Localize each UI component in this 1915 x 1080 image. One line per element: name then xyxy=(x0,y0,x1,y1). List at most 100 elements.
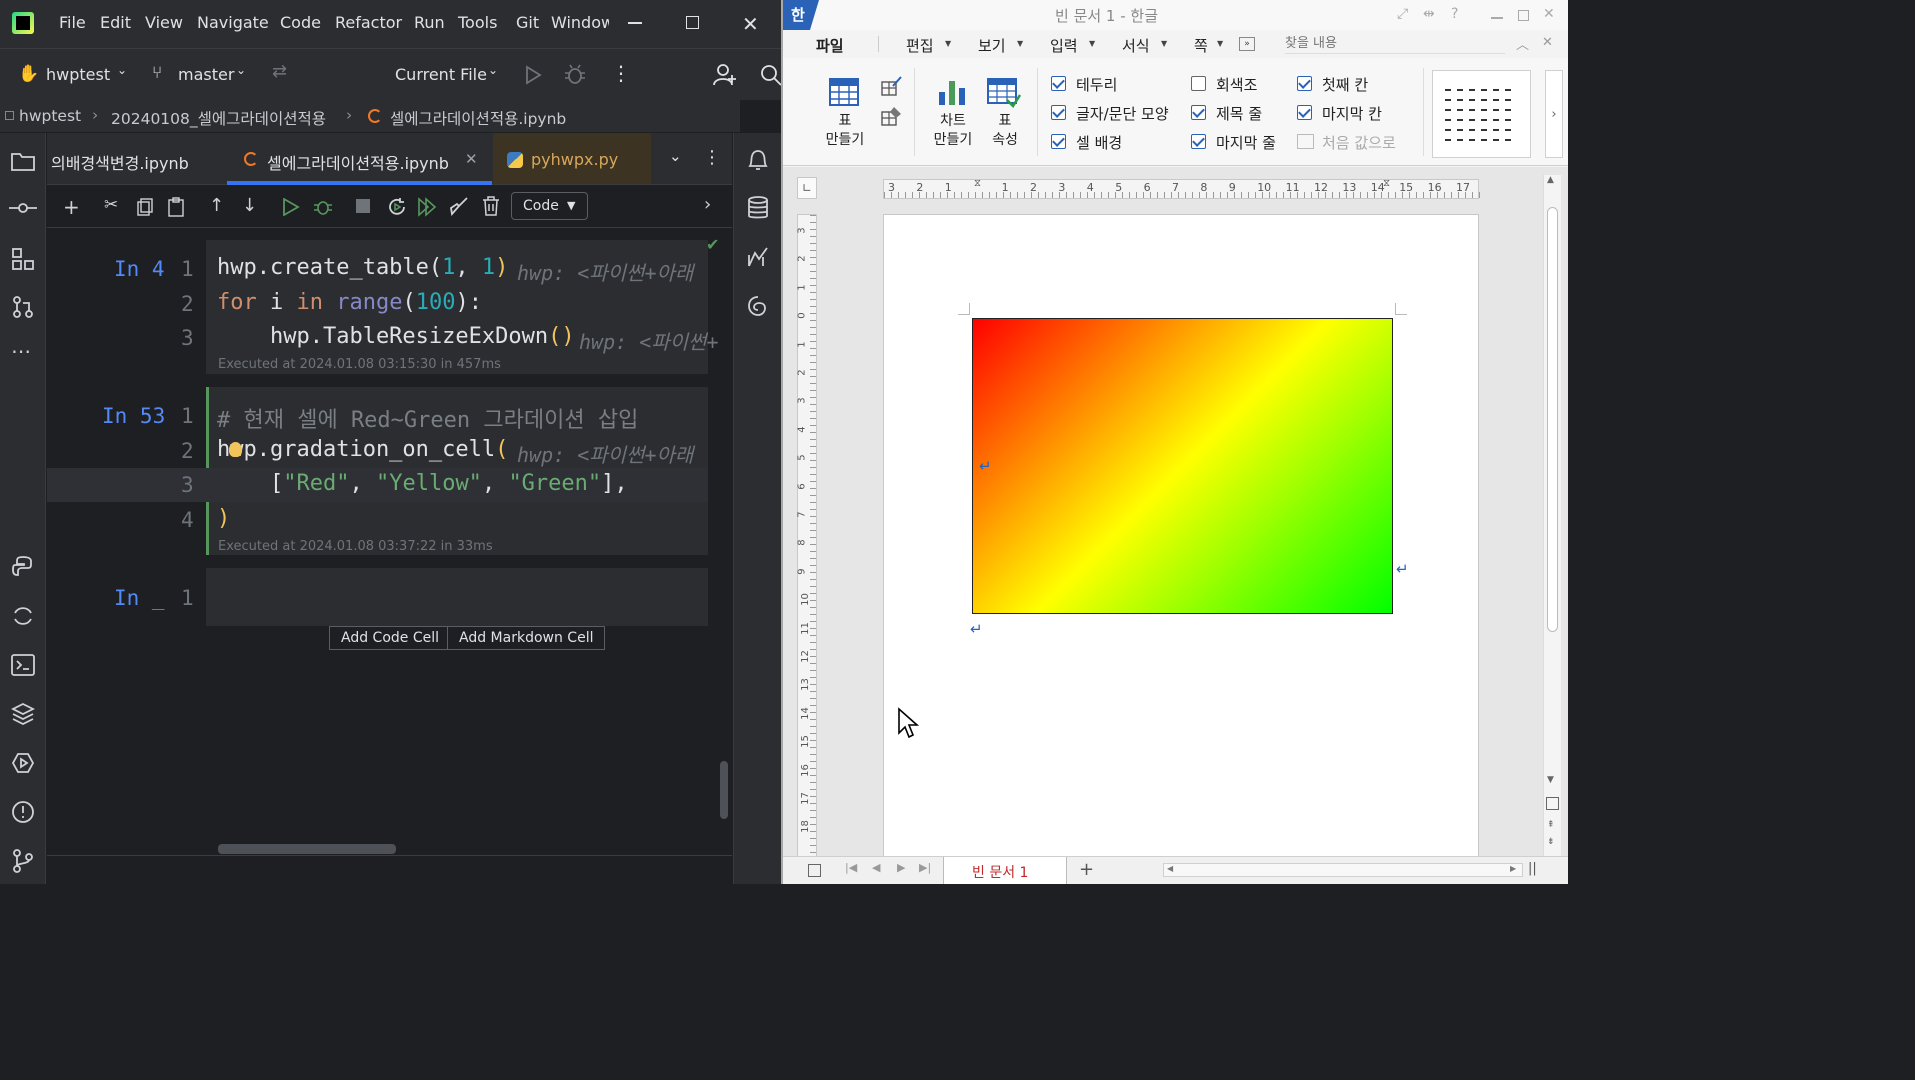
run-icon[interactable] xyxy=(524,65,542,85)
vertical-scrollbar[interactable] xyxy=(720,761,728,819)
close-tab-icon[interactable]: ✕ xyxy=(465,150,478,168)
layers-icon[interactable] xyxy=(11,702,35,726)
vertical-scrollbar[interactable]: ▲ ▼ ⇞ ⇟ xyxy=(1543,175,1561,857)
structure-icon[interactable] xyxy=(12,248,34,270)
table-draw-icon[interactable] xyxy=(881,76,903,96)
chevron-down-icon[interactable]: ⌄ xyxy=(669,147,682,165)
cell-type-select[interactable]: Code ▼ xyxy=(511,192,588,220)
checkbox-last-column[interactable] xyxy=(1297,105,1312,120)
menu-edit[interactable]: Edit xyxy=(100,13,131,32)
close-search-icon[interactable]: ✕ xyxy=(1542,35,1553,50)
menu-view[interactable]: 보기 xyxy=(978,35,1006,56)
search-input[interactable] xyxy=(1285,33,1505,54)
lightbulb-icon[interactable] xyxy=(229,442,242,457)
menu-navigate[interactable]: Navigate xyxy=(197,13,269,32)
menu-git[interactable]: Git xyxy=(516,13,539,32)
scroll-up-icon[interactable]: ▲ xyxy=(1547,175,1554,185)
stop-icon[interactable] xyxy=(356,199,370,213)
checkbox-header-row[interactable] xyxy=(1191,105,1206,120)
tab-file-1[interactable]: 의배경색변경.ipynb xyxy=(51,150,189,174)
scroll-right-icon[interactable]: ▶ xyxy=(1510,864,1516,873)
last-page-icon[interactable]: ▶| xyxy=(919,861,931,874)
tab-file-3[interactable]: pyhwpx.py xyxy=(531,150,618,169)
checkbox-first-column[interactable] xyxy=(1297,76,1312,91)
add-markdown-cell-button[interactable]: Add Markdown Cell xyxy=(447,626,606,650)
maximize-button[interactable] xyxy=(1518,10,1529,21)
prev-icon[interactable]: ◀ xyxy=(872,861,880,874)
search-icon[interactable] xyxy=(760,64,782,86)
menu-tools[interactable]: Tools xyxy=(458,13,497,32)
checkbox-border[interactable] xyxy=(1051,76,1066,91)
pull-request-icon[interactable] xyxy=(12,296,34,318)
problems-icon[interactable] xyxy=(11,800,35,824)
doc-layout-icon[interactable] xyxy=(808,864,821,877)
commit-icon[interactable] xyxy=(9,199,37,217)
scroll-left-icon[interactable]: ◀ xyxy=(1167,864,1173,873)
delete-icon[interactable] xyxy=(482,196,500,216)
more-horizontal-icon[interactable]: ⋯ xyxy=(11,339,31,363)
code-line[interactable]: hwp.create_table(1, 1) xyxy=(217,255,508,280)
database-icon[interactable] xyxy=(747,196,769,220)
services-icon[interactable] xyxy=(11,604,35,628)
split-view-icon[interactable]: || xyxy=(1528,861,1537,876)
cut-icon[interactable]: ✂ xyxy=(104,195,118,215)
run-config-selector[interactable]: Current File xyxy=(395,65,487,84)
reset-button[interactable]: 처음 값으로 xyxy=(1322,132,1396,153)
python-console-icon[interactable] xyxy=(11,555,35,579)
minimize-button[interactable] xyxy=(628,22,642,24)
more-vertical-icon[interactable]: ⋮ xyxy=(611,61,631,85)
table-erase-icon[interactable] xyxy=(881,106,903,126)
menu-format[interactable]: 서식 xyxy=(1122,35,1150,56)
chevron-right-icon[interactable]: › xyxy=(704,194,711,215)
code-line[interactable]: hwp.TableResizeExDown() xyxy=(217,324,575,349)
menu-edit[interactable]: 편집 xyxy=(906,35,934,56)
fullscreen-icon[interactable]: ⤢ xyxy=(1397,6,1408,22)
code-line[interactable]: ) xyxy=(217,506,230,531)
minimize-button[interactable] xyxy=(1491,17,1503,19)
menu-file[interactable]: File xyxy=(59,13,86,32)
ribbon-scroll-right[interactable]: › xyxy=(1545,70,1563,158)
close-button[interactable]: ✕ xyxy=(1543,6,1555,22)
gradient-table-cell[interactable]: ↵ xyxy=(972,318,1393,614)
add-user-icon[interactable] xyxy=(713,63,737,87)
terminal-icon[interactable] xyxy=(11,654,35,676)
help-icon[interactable]: ? xyxy=(1451,6,1458,22)
add-code-cell-button[interactable]: Add Code Cell xyxy=(329,626,452,650)
document-page[interactable]: ↵ ↵ ↵ xyxy=(883,214,1479,857)
tab-file-2[interactable]: 셀에그라데이션적용.ipynb xyxy=(267,150,449,174)
horizontal-scrollbar[interactable]: ◀ ▶ xyxy=(1163,863,1523,877)
debug-cell-icon[interactable] xyxy=(313,197,333,217)
next-icon[interactable]: ▶ xyxy=(897,861,905,874)
breadcrumb-file[interactable]: 셀에그라데이션적용.ipynb xyxy=(390,107,566,129)
split-icon[interactable]: ⇹ xyxy=(1423,6,1435,22)
copy-icon[interactable] xyxy=(137,198,153,216)
checkbox-last-row[interactable] xyxy=(1191,134,1206,149)
menu-view[interactable]: View xyxy=(145,13,183,32)
breadcrumb-folder[interactable]: 20240108_셀에그라데이션적용 xyxy=(111,107,326,129)
code-line[interactable]: hwp.gradation_on_cell( xyxy=(217,437,508,462)
move-down-icon[interactable]: ↓ xyxy=(242,195,257,216)
checkbox-char-para-shape[interactable] xyxy=(1051,105,1066,120)
first-page-icon[interactable]: |◀ xyxy=(845,861,857,874)
chevron-up-icon[interactable]: ︿ xyxy=(1516,34,1529,53)
chart-make-button[interactable]: 차트 만들기 xyxy=(928,74,978,154)
table-properties-button[interactable]: 표 속성 xyxy=(983,74,1027,154)
debug-icon[interactable] xyxy=(564,64,586,86)
add-tab-icon[interactable]: + xyxy=(1079,859,1094,880)
sciview-icon[interactable] xyxy=(746,245,770,269)
clear-outputs-icon[interactable] xyxy=(449,196,469,216)
scroll-down-icon[interactable]: ▼ xyxy=(1547,775,1554,785)
scroll-thumb[interactable] xyxy=(1547,207,1558,632)
add-cell-icon[interactable]: + xyxy=(63,195,80,219)
next-page-icon[interactable]: ⇟ xyxy=(1547,837,1555,847)
indent-marker[interactable]: ⧖ xyxy=(974,178,981,189)
move-up-icon[interactable]: ↑ xyxy=(209,195,224,216)
branch-selector[interactable]: master xyxy=(178,65,234,84)
menu-page[interactable]: 쪽 xyxy=(1194,35,1208,56)
horizontal-scrollbar[interactable] xyxy=(218,844,396,854)
paste-icon[interactable] xyxy=(168,197,184,217)
run-panel-icon[interactable] xyxy=(11,751,35,775)
maximize-button[interactable] xyxy=(686,16,699,29)
notifications-icon[interactable] xyxy=(746,147,770,173)
menu-code[interactable]: Code xyxy=(280,13,321,32)
